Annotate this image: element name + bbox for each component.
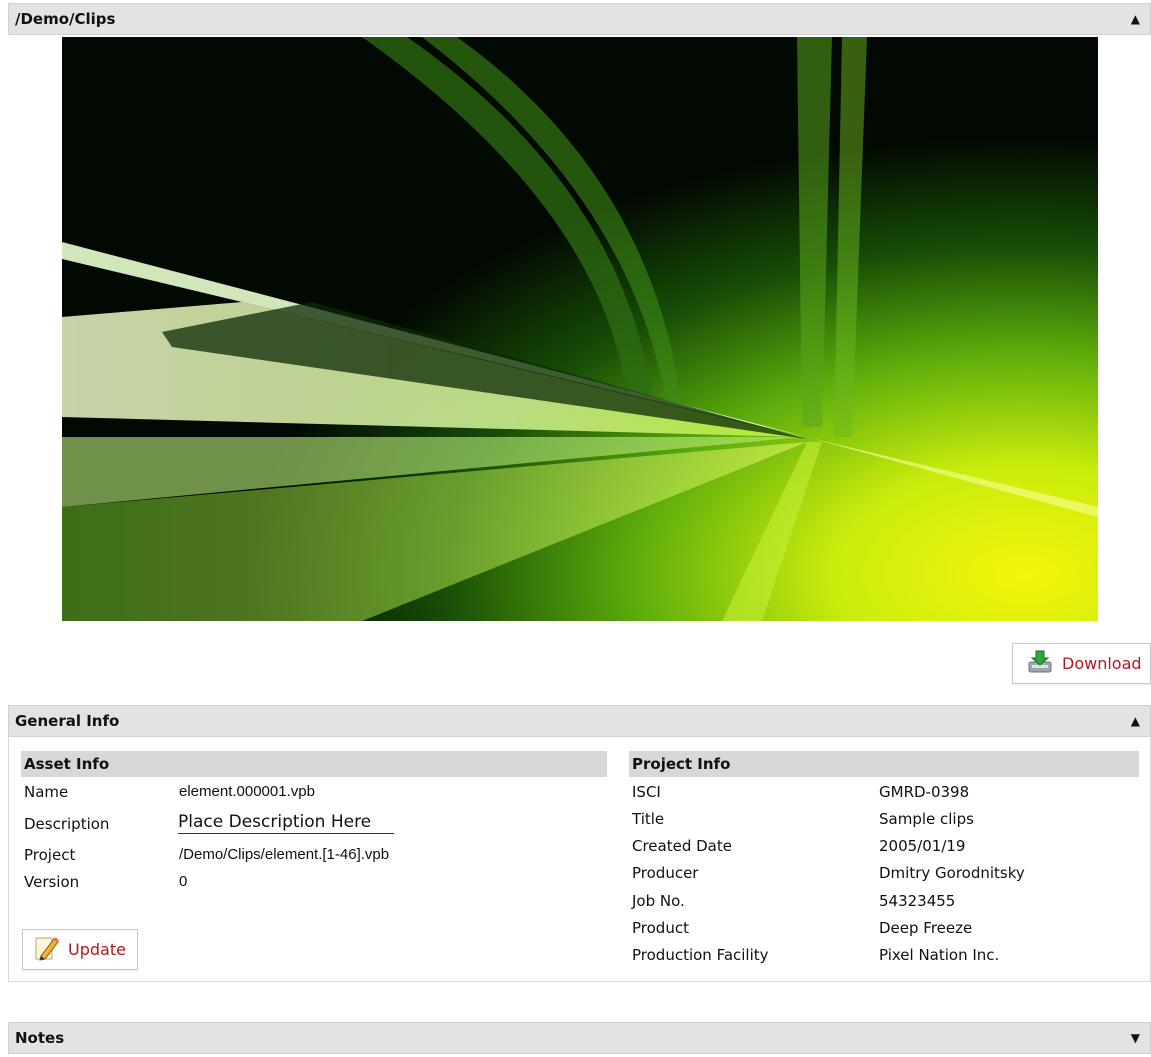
asset-project-label: Project bbox=[24, 846, 76, 864]
producer-value: Dmitry Gorodnitsky bbox=[879, 864, 1025, 882]
production-facility-value: Pixel Nation Inc. bbox=[879, 946, 1000, 964]
clips-panel-title: /Demo/Clips bbox=[15, 10, 116, 28]
asset-name-label: Name bbox=[24, 783, 69, 801]
notes-title: Notes bbox=[15, 1029, 65, 1047]
asset-project-value: /Demo/Clips/element.[1-46].vpb bbox=[179, 846, 390, 863]
asset-version-label: Version bbox=[24, 873, 80, 891]
expand-down-icon[interactable]: ▼ bbox=[1131, 1031, 1140, 1045]
clips-panel-header[interactable]: /Demo/Clips ▲ bbox=[8, 3, 1151, 35]
asset-description-label: Description bbox=[24, 815, 110, 833]
download-tray-icon bbox=[1027, 649, 1053, 679]
product-value: Deep Freeze bbox=[879, 919, 973, 937]
created-date-label: Created Date bbox=[632, 837, 732, 855]
created-date-value: 2005/01/19 bbox=[879, 837, 966, 855]
project-info-heading: Project Info bbox=[629, 751, 1139, 777]
asset-name-value: element.000001.vpb bbox=[179, 783, 315, 800]
title-label: Title bbox=[632, 810, 665, 828]
title-value: Sample clips bbox=[879, 810, 974, 828]
update-button[interactable]: Update bbox=[22, 929, 138, 970]
update-label: Update bbox=[68, 940, 126, 959]
collapse-up-icon[interactable]: ▲ bbox=[1131, 12, 1140, 26]
job-no-label: Job No. bbox=[632, 892, 685, 910]
download-label: Download bbox=[1062, 654, 1142, 673]
general-info-title: General Info bbox=[15, 712, 120, 730]
notes-header[interactable]: Notes ▼ bbox=[8, 1022, 1151, 1054]
clip-preview-image bbox=[62, 37, 1098, 621]
isci-label: ISCI bbox=[632, 783, 661, 801]
collapse-up-icon[interactable]: ▲ bbox=[1131, 714, 1140, 728]
pencil-note-icon bbox=[33, 934, 61, 966]
asset-info-heading: Asset Info bbox=[21, 751, 607, 777]
download-button[interactable]: Download bbox=[1012, 643, 1151, 684]
asset-version-value: 0 bbox=[179, 873, 188, 890]
production-facility-label: Production Facility bbox=[632, 946, 769, 964]
producer-label: Producer bbox=[632, 864, 699, 882]
product-label: Product bbox=[632, 919, 689, 937]
isci-value: GMRD-0398 bbox=[879, 783, 970, 801]
general-info-header[interactable]: General Info ▲ bbox=[8, 705, 1151, 737]
description-field[interactable]: Place Description Here bbox=[178, 812, 394, 834]
job-no-value: 54323455 bbox=[879, 892, 956, 910]
